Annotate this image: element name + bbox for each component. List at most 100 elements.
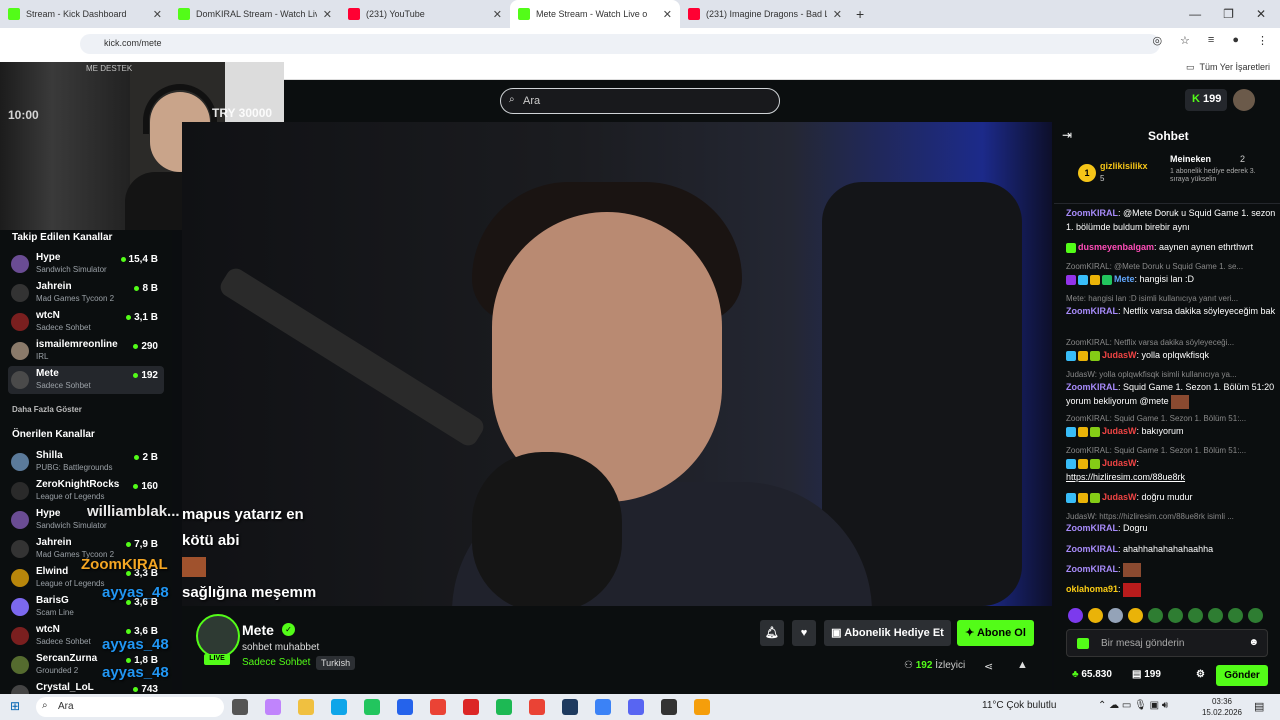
browser-tab-active[interactable]: Mete Stream - Watch Live o ✕: [510, 0, 680, 28]
tab-label: DomKIRAL Stream - Watch Live: [196, 9, 317, 19]
search-icon: ⌕: [509, 94, 515, 105]
notification-icon[interactable]: ▤: [1254, 700, 1264, 713]
taskbar-search[interactable]: ⌕ Ara: [36, 697, 224, 717]
stream-category[interactable]: Sadece Sohbet: [242, 657, 310, 668]
app-icon[interactable]: [595, 699, 611, 715]
close-icon[interactable]: ✕: [323, 8, 332, 21]
leader-count: 2: [1240, 154, 1246, 164]
tab-label: (231) Imagine Dragons - Bad Liar: [706, 9, 827, 19]
outlook-icon[interactable]: [397, 699, 413, 715]
edge-icon[interactable]: [331, 699, 347, 715]
emote-icon[interactable]: [1088, 608, 1103, 623]
eye-off-icon[interactable]: ◎: [1152, 34, 1162, 47]
close-icon[interactable]: ✕: [663, 8, 672, 21]
browser-tab[interactable]: Stream - Kick Dashboard ✕: [0, 0, 170, 28]
streamer-avatar[interactable]: [196, 614, 240, 658]
browser-tab[interactable]: (231) YouTube ✕: [340, 0, 510, 28]
taskbar-clock[interactable]: 03:36 15.02.2026: [1200, 696, 1244, 718]
minimize-icon[interactable]: —: [1189, 7, 1201, 21]
system-tray[interactable]: ⌃ ☁ ▭ 🎙︎ ▣ 🔊︎: [1098, 700, 1168, 711]
send-button[interactable]: Gönder: [1216, 665, 1268, 686]
sidebar-channel[interactable]: Shilla PUBG: Battlegrounds 2 B: [8, 448, 164, 476]
weather-widget[interactable]: 11°C Çok bulutlu: [982, 700, 1056, 711]
more-icon[interactable]: ⋮: [1257, 34, 1268, 47]
browser-tab[interactable]: DomKIRAL Stream - Watch Live ✕: [170, 0, 340, 28]
gift-sub-button[interactable]: ▣ Abonelik Hediye Et: [824, 620, 951, 646]
all-bookmarks-link[interactable]: Tüm Yer İşaretleri: [1199, 62, 1270, 73]
sidebar-channel[interactable]: Hype Sandwich Simulator 15,4 B: [8, 250, 164, 278]
leader-name[interactable]: Meineken: [1170, 154, 1211, 164]
chat-link[interactable]: https://hizliresim.com/88ue8rk: [1066, 470, 1276, 484]
tab-label: Mete Stream - Watch Live o: [536, 9, 648, 19]
close-icon[interactable]: ✕: [493, 8, 502, 21]
gift-icon[interactable]: [1077, 638, 1089, 649]
task-view-icon[interactable]: [232, 699, 248, 715]
language-tag[interactable]: Turkish: [316, 656, 356, 670]
collapse-chat-icon[interactable]: ⇥: [1062, 128, 1072, 142]
browser-tab[interactable]: (231) Imagine Dragons - Bad Liar ✕: [680, 0, 850, 28]
emote-icon[interactable]: [1208, 608, 1223, 623]
close-icon[interactable]: ✕: [833, 8, 842, 21]
sidebar-channel[interactable]: wtcN Sadece Sohbet 3,1 B: [8, 308, 164, 336]
user-icon: ⚇: [904, 660, 916, 671]
browser-nav-bar: kick.com/mete: [0, 28, 1280, 58]
show-more-button[interactable]: Daha Fazla Göster: [12, 405, 82, 414]
stream-title: sohbet muhabbet: [242, 642, 320, 653]
sidebar-channel-selected[interactable]: Mete Sadece Sohbet 192: [8, 366, 164, 394]
profile-icon[interactable]: ●: [1232, 34, 1239, 47]
spotify-icon[interactable]: [496, 699, 512, 715]
sidebar-channel[interactable]: ismailemreonline IRL 290: [8, 337, 164, 365]
chat-message: JudasW: doğru mudur: [1066, 490, 1276, 504]
chat-message: Mete: hangisi lan :D: [1066, 272, 1276, 286]
emote-icon[interactable]: [1128, 608, 1143, 623]
copilot-icon[interactable]: [265, 699, 281, 715]
steam-icon[interactable]: [562, 699, 578, 715]
channel-category: Sandwich Simulator: [36, 521, 107, 530]
leader-name[interactable]: gizlikisilikx: [1100, 161, 1148, 171]
new-tab-icon[interactable]: +: [856, 6, 864, 22]
emoji-icon[interactable]: ☻: [1248, 637, 1259, 648]
close-window-icon[interactable]: ✕: [1256, 7, 1266, 21]
chat-input[interactable]: Bir mesaj gönderin ☻: [1066, 629, 1268, 657]
emote-icon[interactable]: [1248, 608, 1263, 623]
kick-icon: [518, 8, 530, 20]
channel-category: Mad Games Tycoon 2: [36, 294, 115, 303]
restore-icon[interactable]: ❐: [1223, 7, 1234, 21]
share-icon[interactable]: ⋖: [984, 660, 993, 673]
file-explorer-icon[interactable]: [298, 699, 314, 715]
emote-icon[interactable]: [1108, 608, 1123, 623]
chrome-icon[interactable]: [430, 699, 446, 715]
gear-icon[interactable]: ⚙: [1196, 669, 1205, 680]
sidebar-channel[interactable]: ZeroKnightRocks League of Legends 160: [8, 477, 164, 505]
avatar[interactable]: [1233, 89, 1255, 111]
menu-list-icon[interactable]: ≡: [1208, 34, 1214, 47]
windows-start-icon[interactable]: ⊞: [10, 699, 20, 713]
avatar: [11, 511, 29, 529]
store-icon[interactable]: [364, 699, 380, 715]
follow-button[interactable]: ♥: [792, 620, 816, 646]
obs-icon[interactable]: [661, 699, 677, 715]
youtube-icon: [348, 8, 360, 20]
address-bar[interactable]: kick.com/mete: [80, 34, 1160, 54]
search-input[interactable]: ⌕ Ara: [500, 88, 780, 114]
notification-bell-button[interactable]: 🔔︎: [760, 620, 784, 646]
app-icon[interactable]: [694, 699, 710, 715]
avatar: [11, 255, 29, 273]
subscribe-button[interactable]: ✦ Abone Ol: [957, 620, 1034, 646]
sidebar-channel[interactable]: Jahrein Mad Games Tycoon 2 8 B: [8, 279, 164, 307]
opera-icon[interactable]: [463, 699, 479, 715]
window-controls: — ❐ ✕: [1189, 0, 1280, 28]
emote-icon[interactable]: [1228, 608, 1243, 623]
warning-icon[interactable]: ▲: [1017, 659, 1028, 671]
star-icon[interactable]: ☆: [1180, 34, 1190, 47]
kick-coins-button[interactable]: K 199: [1185, 89, 1227, 111]
close-icon[interactable]: ✕: [153, 8, 162, 21]
streamer-name[interactable]: Mete: [242, 622, 274, 638]
discord-icon[interactable]: [628, 699, 644, 715]
channel-points[interactable]: ♣ 65.830: [1072, 669, 1112, 680]
emote-icon[interactable]: [1188, 608, 1203, 623]
chrome-icon[interactable]: [529, 699, 545, 715]
emote-icon[interactable]: [1168, 608, 1183, 623]
emote-icon[interactable]: [1068, 608, 1083, 623]
emote-icon[interactable]: [1148, 608, 1163, 623]
